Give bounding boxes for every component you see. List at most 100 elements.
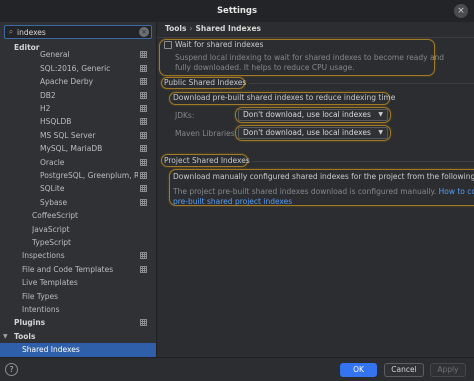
sidebar-item-label: PostgreSQL, Greenplum, Rec [40, 171, 138, 180]
wait-checkbox-label[interactable]: Wait for shared indexes [175, 40, 263, 49]
sidebar-item[interactable]: MS SQL Server [0, 129, 156, 142]
sidebar-item[interactable]: DB2 [0, 89, 156, 102]
sidebar-item[interactable]: JavaScript [0, 223, 156, 236]
project-scope-icon [140, 118, 147, 126]
sidebar-item[interactable]: General [0, 48, 156, 61]
maven-label: Maven Libraries: [175, 129, 238, 138]
sidebar-item[interactable]: Apache Derby [0, 75, 156, 88]
sidebar-item[interactable]: Shared Indexes [0, 343, 156, 357]
sidebar-item[interactable]: SQL:2016, Generic [0, 62, 156, 75]
sidebar-item-label: H2 [40, 104, 51, 113]
project-scope-icon [140, 198, 147, 206]
settings-sidebar: ⌕ indexes × Editor General SQL:2016, Gener… [0, 22, 156, 357]
title-bar: Settings × [0, 0, 474, 22]
clear-search-icon[interactable]: × [139, 27, 149, 37]
apply-button[interactable]: Apply [430, 363, 466, 377]
sidebar-item[interactable]: Intentions [0, 303, 156, 316]
project-indexes-link[interactable]: pre-built shared project indexes [173, 197, 292, 206]
sidebar-item-label: TypeScript [32, 238, 71, 247]
sidebar-item[interactable]: ▼ Tools [0, 330, 156, 343]
project-scope-icon [140, 319, 147, 327]
sidebar-item[interactable]: Oracle [0, 156, 156, 169]
search-input[interactable]: ⌕ indexes × [4, 25, 152, 39]
sidebar-item-label: Plugins [14, 318, 46, 328]
public-section-rule [249, 83, 474, 84]
sidebar-item-label: Apache Derby [40, 77, 94, 87]
project-scope-icon [140, 78, 147, 86]
sidebar-item-label: Tools [14, 331, 36, 341]
sidebar-item-label: Sybase [40, 197, 68, 207]
breadcrumb-current: Shared Indexes [195, 24, 262, 33]
project-section-rule [252, 161, 474, 162]
sidebar-item[interactable]: File and Code Templates [0, 263, 156, 276]
public-description: Download pre-built shared indexes to red… [173, 93, 396, 102]
sidebar-item-label: CoffeeScript [32, 211, 78, 221]
sidebar-item[interactable]: HSQLDB [0, 115, 156, 128]
sidebar-item-label: File and Code Templates [22, 264, 114, 274]
jdks-select[interactable]: Don't download, use local indexes ▼ [238, 109, 388, 121]
sidebar-item-label: SQL:2016, Generic [40, 63, 111, 73]
ok-button[interactable]: OK [340, 363, 377, 377]
wait-description-line1: Suspend local indexing to wait for share… [175, 53, 445, 62]
project-scope-icon [140, 105, 147, 112]
project-scope-icon [140, 158, 147, 166]
project-note-text: The project pre-built shared indexes dow… [173, 187, 437, 196]
breadcrumb-divider [157, 37, 474, 38]
jdks-select-value: Don't download, use local indexes [243, 110, 371, 119]
expand-arrow-icon[interactable]: ▼ [3, 330, 8, 343]
breadcrumb-separator: › [189, 24, 193, 33]
sidebar-item-label: SQLite [40, 184, 65, 194]
sidebar-item[interactable]: Inspections [0, 249, 156, 262]
sidebar-item-label: Inspections [22, 251, 65, 261]
sidebar-item[interactable]: Plugins [0, 316, 156, 329]
maven-select-value: Don't download, use local indexes [243, 128, 371, 137]
breadcrumb-parent[interactable]: Tools [165, 24, 186, 33]
project-scope-icon [140, 252, 147, 260]
close-icon[interactable]: × [454, 4, 468, 18]
sidebar-item-label: File Types [22, 291, 59, 301]
project-scope-icon [140, 172, 147, 179]
sidebar-item[interactable]: TypeScript [0, 236, 156, 249]
chevron-down-icon: ▼ [378, 111, 383, 118]
window-title: Settings [216, 6, 258, 16]
sidebar-item[interactable]: Live Templates [0, 276, 156, 289]
sidebar-item-label: Oracle [40, 157, 65, 167]
sidebar-item[interactable]: PostgreSQL, Greenplum, Rec [0, 169, 156, 182]
wait-description-line2: fully downloaded. It helps to reduce CPU… [175, 63, 355, 72]
sidebar-item-label: JavaScript [32, 224, 70, 234]
project-section-title: Project Shared Indexes [164, 156, 250, 165]
sidebar-item-label: MySQL, MariaDB [40, 144, 103, 154]
sidebar-item-label: Shared Indexes [22, 345, 80, 355]
sidebar-item-label: General [40, 50, 70, 60]
sidebar-item[interactable]: File Types [0, 290, 156, 303]
breadcrumb: Tools › Shared Indexes [165, 24, 261, 33]
project-note: The project pre-built shared indexes dow… [173, 187, 474, 196]
sidebar-item-label: HSQLDB [40, 117, 72, 127]
sidebar-item[interactable]: H2 [0, 102, 156, 115]
sidebar-item-label: DB2 [40, 90, 56, 100]
public-section-title: Public Shared Indexes [164, 78, 247, 87]
project-scope-icon [140, 185, 147, 193]
project-scope-icon [140, 265, 147, 273]
sidebar-item[interactable]: MySQL, MariaDB [0, 142, 156, 155]
sidebar-item[interactable]: CoffeeScript [0, 209, 156, 222]
settings-content: Tools › Shared Indexes Wait for shared ind… [157, 22, 474, 357]
chevron-down-icon: ▼ [378, 129, 383, 136]
help-icon[interactable]: ? [5, 363, 18, 376]
project-description: Download manually configured shared inde… [173, 172, 474, 181]
search-value[interactable]: indexes [17, 28, 139, 37]
how-to-configure-link[interactable]: How to configu [439, 187, 474, 196]
project-scope-icon [140, 91, 147, 99]
wait-checkbox[interactable] [164, 41, 172, 49]
cancel-button[interactable]: Cancel [384, 363, 424, 377]
sidebar-item-label: MS SQL Server [40, 130, 96, 140]
sidebar-item-label: Live Templates [22, 278, 78, 288]
project-scope-icon [140, 51, 147, 59]
sidebar-item-label: Intentions [22, 305, 60, 314]
search-icon: ⌕ [8, 27, 14, 36]
project-scope-icon [140, 64, 147, 72]
sidebar-item[interactable]: SQLite [0, 182, 156, 195]
project-scope-icon [140, 131, 147, 139]
maven-select[interactable]: Don't download, use local indexes ▼ [238, 127, 388, 139]
sidebar-item[interactable]: Sybase [0, 196, 156, 209]
